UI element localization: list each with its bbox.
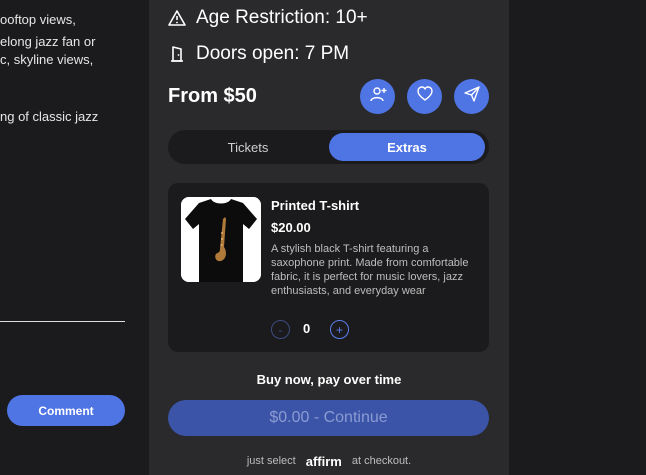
description-line: c, skyline views, <box>0 52 94 67</box>
warning-icon <box>168 9 186 27</box>
right-background <box>509 0 646 475</box>
age-restriction-text: Age Restriction: 10+ <box>196 7 368 28</box>
event-description-panel: ooftop views, elong jazz fan or c, skyli… <box>0 0 149 475</box>
quantity-value: 0 <box>303 321 311 336</box>
product-price: $20.00 <box>271 220 311 235</box>
decrease-quantity-button[interactable]: - <box>271 320 290 339</box>
share-button[interactable] <box>454 79 489 114</box>
age-restriction-row: Age Restriction: 10+ <box>168 7 368 29</box>
description-line: elong jazz fan or <box>0 34 96 49</box>
extra-item-card: Printed T-shirt $20.00 A stylish black T… <box>168 183 489 352</box>
favorite-button[interactable] <box>407 79 442 114</box>
financing-heading: Buy now, pay over time <box>256 372 402 387</box>
affirm-logo: affirm <box>305 454 342 469</box>
doors-open-text: Doors open: 7 PM <box>196 43 350 64</box>
tab-extras[interactable]: Extras <box>329 133 485 161</box>
booking-panel: Age Restriction: 10+ Doors open: 7 PM Fr… <box>149 0 509 475</box>
increase-quantity-button[interactable]: + <box>330 320 349 339</box>
continue-button[interactable]: $0.00 - Continue <box>168 400 489 436</box>
comment-button[interactable]: Comment <box>7 395 125 426</box>
comment-input[interactable] <box>0 321 125 322</box>
affirm-suffix: at checkout. <box>351 454 412 467</box>
affirm-prefix: just select <box>246 454 296 467</box>
description-line: ng of classic jazz <box>0 109 99 124</box>
send-icon <box>463 85 481 108</box>
tab-bar: Tickets Extras <box>168 130 489 164</box>
add-user-icon <box>369 85 387 108</box>
price-from: From $50 <box>168 85 257 107</box>
product-name: Printed T-shirt <box>271 198 360 213</box>
doors-open-row: Doors open: 7 PM <box>168 43 349 65</box>
invite-button[interactable] <box>360 79 395 114</box>
product-description: A stylish black T-shirt featuring a saxo… <box>271 243 469 297</box>
door-icon <box>168 45 186 63</box>
heart-icon <box>416 85 434 108</box>
tab-tickets[interactable]: Tickets <box>170 133 326 161</box>
tshirt-image <box>181 197 261 282</box>
affirm-note: just select affirm at checkout. <box>149 453 509 469</box>
description-line: ooftop views, <box>0 12 76 27</box>
